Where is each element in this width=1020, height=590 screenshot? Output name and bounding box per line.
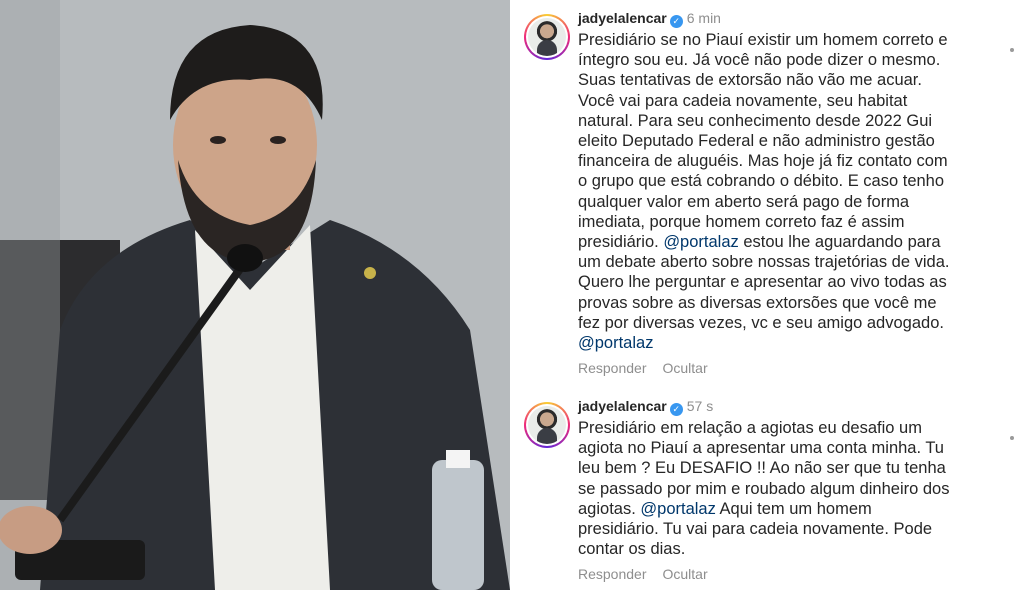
comment-line: presidiário. @portalaz estou lhe aguarda… xyxy=(578,232,1016,252)
comment-line: um debate aberto sobre nossas trajetória… xyxy=(578,253,950,272)
comment-line: Presidiário em relação a agiotas eu desa… xyxy=(578,419,922,437)
comment-line: provas sobre as diversas extorsões que v… xyxy=(578,293,937,312)
comment-line: Quero lhe perguntar e apresentar ao vivo… xyxy=(578,273,947,292)
reply-button[interactable]: Responder xyxy=(578,360,647,376)
comment-timestamp: 6 min xyxy=(686,10,721,26)
comment-line: qualquer valor em aberto será pago de fo… xyxy=(578,192,910,211)
comment-line: agiotas. @portalaz Aqui tem um homem xyxy=(578,499,1016,519)
username-link[interactable]: jadyelalencar xyxy=(578,10,667,26)
comment-line-part: presidiário. xyxy=(578,233,659,252)
more-options-icon[interactable] xyxy=(1010,436,1014,440)
comment-line: financeira de aluguéis. Mas hoje já fiz … xyxy=(578,152,948,171)
more-options-icon[interactable] xyxy=(1010,48,1014,52)
comment-line: leu bem ? Eu DESAFIO !! Ao não ser que t… xyxy=(578,459,946,478)
photo-panel xyxy=(0,0,510,590)
comment-header: jadyelalencar ✓ 57 s xyxy=(578,396,1016,416)
comment-line: agiota no Piauí a apresentar uma conta m… xyxy=(578,439,944,458)
reply-button[interactable]: Responder xyxy=(578,566,647,582)
comment-line: contar os dias. xyxy=(578,540,686,559)
comment-text: Presidiário em relação a agiotas eu desa… xyxy=(578,418,1016,559)
comment-line: fez por diversas vezes, vc e seu amigo a… xyxy=(578,313,944,332)
comments-panel: jadyelalencar ✓ 6 min Presidiário se no Pi… xyxy=(516,0,1020,590)
comment-text: Presidiário se no Piauí existir um homem… xyxy=(578,30,1016,353)
comment-line: imediata, porque homem correto faz é ass… xyxy=(578,212,905,231)
profile-avatar[interactable] xyxy=(524,14,570,60)
mention-link[interactable]: @portalaz xyxy=(640,500,715,518)
comment-line: Suas tentativas de extorsão não vão me a… xyxy=(578,71,922,90)
comment-line: presidiário. Tu vai para cadeia novament… xyxy=(578,520,933,539)
comment-header: jadyelalencar ✓ 6 min xyxy=(578,8,1016,28)
comment-line: Você vai para cadeia novamente, seu habi… xyxy=(578,91,908,110)
comment-actions: Responder Ocultar xyxy=(578,566,1016,582)
comment-line-part: agiotas. xyxy=(578,499,636,518)
verified-badge-icon: ✓ xyxy=(669,15,683,28)
portrait-image xyxy=(0,0,510,590)
comment-line: Presidiário se no Piauí existir um homem… xyxy=(578,31,948,49)
hide-button[interactable]: Ocultar xyxy=(663,360,708,376)
comment-line-part: Aqui tem um homem xyxy=(715,499,872,518)
comment-line: eleito Deputado Federal e não administro… xyxy=(578,132,935,151)
comment-line-part: estou lhe aguardando para xyxy=(738,233,941,252)
comment-line: natural. Para seu conhecimento desde 202… xyxy=(578,111,933,130)
mention-link[interactable]: @portalaz xyxy=(578,334,653,352)
comment-actions: Responder Ocultar xyxy=(578,360,1016,376)
profile-avatar[interactable] xyxy=(524,402,570,448)
verified-badge-icon: ✓ xyxy=(669,403,683,416)
hide-button[interactable]: Ocultar xyxy=(663,566,708,582)
comment-timestamp: 57 s xyxy=(686,398,714,414)
username-link[interactable]: jadyelalencar xyxy=(578,398,667,414)
comment-line: íntegro sou eu. Já você não pode dizer o… xyxy=(578,51,941,70)
comment-line: o grupo que está cobrando o débito. E ca… xyxy=(578,172,945,191)
comment-line: se passado por mim e roubado algum dinhe… xyxy=(578,479,950,498)
mention-link[interactable]: @portalaz xyxy=(663,233,738,251)
